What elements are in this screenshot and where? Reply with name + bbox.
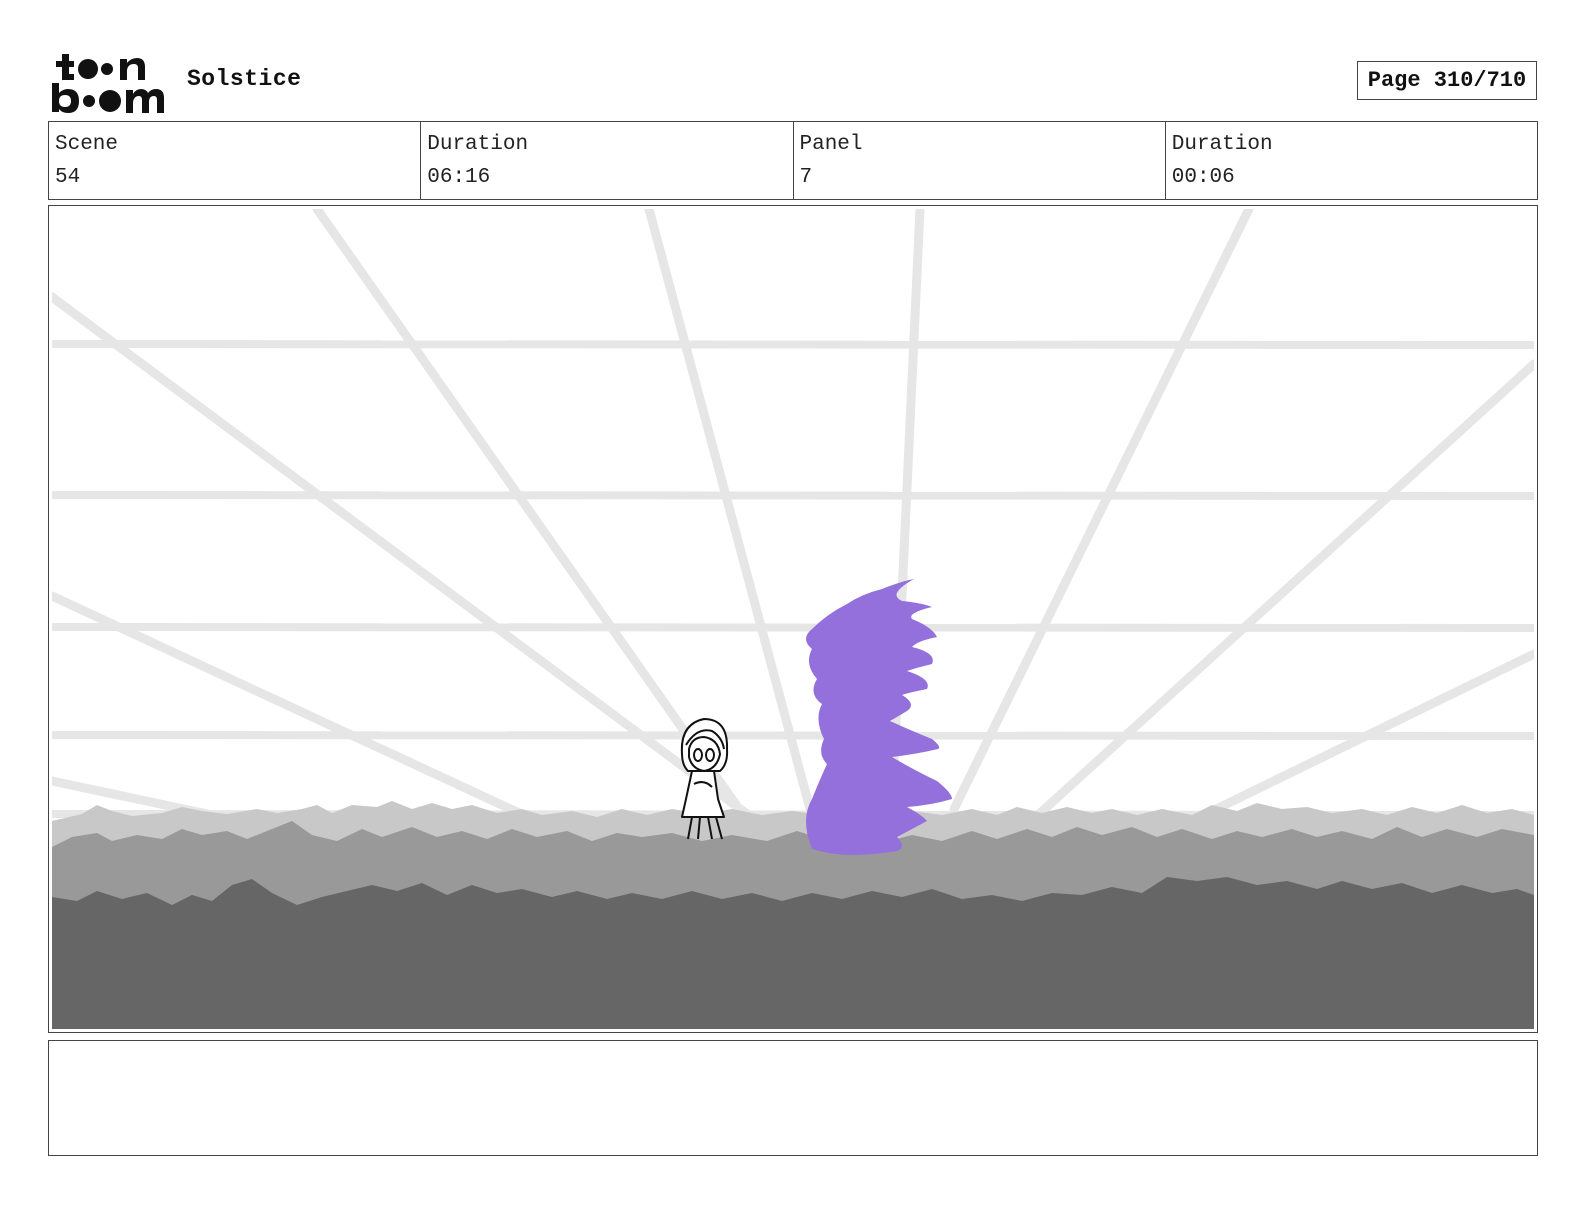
- scene-duration-label: Duration: [427, 133, 529, 156]
- scene-duration-cell: Duration 06:16: [421, 122, 794, 199]
- scene-value: 54: [55, 166, 81, 189]
- panel-artwork: [52, 209, 1534, 1029]
- storyboard-panel: [48, 205, 1538, 1033]
- scene-cell: Scene 54: [49, 122, 422, 199]
- project-title: Solstice: [187, 66, 302, 92]
- panel-duration-cell: Duration 00:06: [1166, 122, 1537, 199]
- ground-dark-layer: [52, 877, 1534, 1029]
- panel-info-table: Scene 54 Duration 06:16 Panel 7 Duration…: [48, 121, 1538, 200]
- panel-duration-label: Duration: [1171, 133, 1273, 156]
- panel-value: 7: [799, 166, 813, 189]
- panel-cell: Panel 7: [794, 122, 1166, 199]
- page-label: Page 310/710: [1367, 68, 1527, 93]
- panel-duration-value: 00:06: [1171, 166, 1235, 189]
- scene-label: Scene: [55, 133, 119, 156]
- toon-boom-logo: [52, 54, 164, 113]
- page-indicator: Page 310/710: [1357, 61, 1537, 100]
- panel-label: Panel: [799, 133, 863, 156]
- scene-duration-value: 06:16: [427, 166, 491, 189]
- panel-notes-area: [48, 1040, 1538, 1156]
